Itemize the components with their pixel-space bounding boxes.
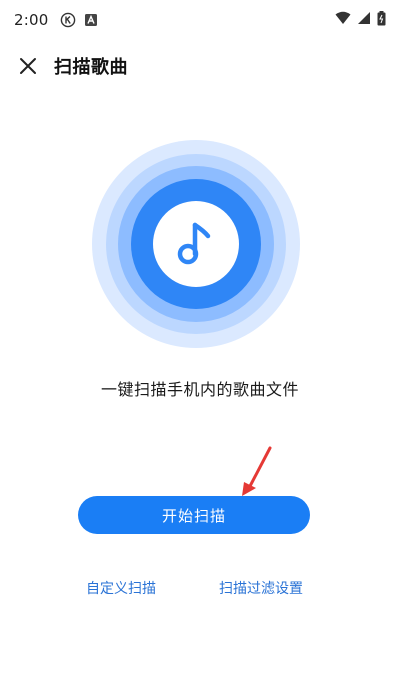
- close-button[interactable]: [16, 54, 40, 78]
- a-square-icon: [84, 13, 98, 27]
- wifi-icon: [335, 11, 351, 29]
- status-time: 2:00: [14, 11, 49, 29]
- top-bar: 扫描歌曲: [0, 44, 400, 88]
- page-title: 扫描歌曲: [54, 57, 128, 78]
- scan-songs-screen: 2:00 扫描歌曲 一键扫描手机内的歌曲文件 开始扫描 自定义扫描 扫描过滤设置: [0, 0, 400, 691]
- cell-signal-icon: [357, 11, 371, 29]
- scan-filter-settings-link[interactable]: 扫描过滤设置: [219, 578, 303, 598]
- custom-scan-link[interactable]: 自定义扫描: [86, 578, 156, 598]
- start-scan-button[interactable]: 开始扫描: [78, 496, 310, 534]
- scan-description: 一键扫描手机内的歌曲文件: [100, 380, 299, 399]
- status-bar: 2:00: [0, 0, 400, 40]
- scan-illustration: [92, 140, 300, 348]
- battery-icon: [377, 10, 386, 30]
- status-right: [335, 10, 386, 30]
- close-icon: [20, 58, 36, 74]
- music-note-icon: [177, 222, 211, 265]
- k-circle-icon: [60, 12, 76, 28]
- annotation-arrow-icon: [242, 446, 272, 496]
- music-icon-circle: [153, 201, 239, 287]
